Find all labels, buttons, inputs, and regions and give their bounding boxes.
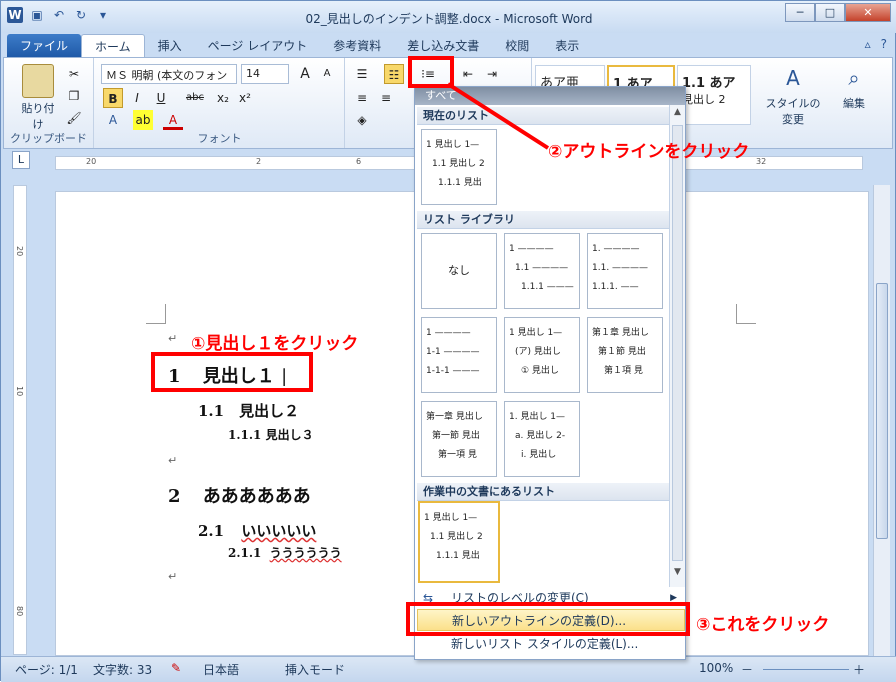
annotation-arrow xyxy=(446,82,550,150)
annotation-step3: ③これをクリック xyxy=(696,615,830,635)
annotation-step2: ②アウトラインをクリック xyxy=(548,142,750,162)
annotation-step1: ①見出し１をクリック xyxy=(191,334,359,354)
